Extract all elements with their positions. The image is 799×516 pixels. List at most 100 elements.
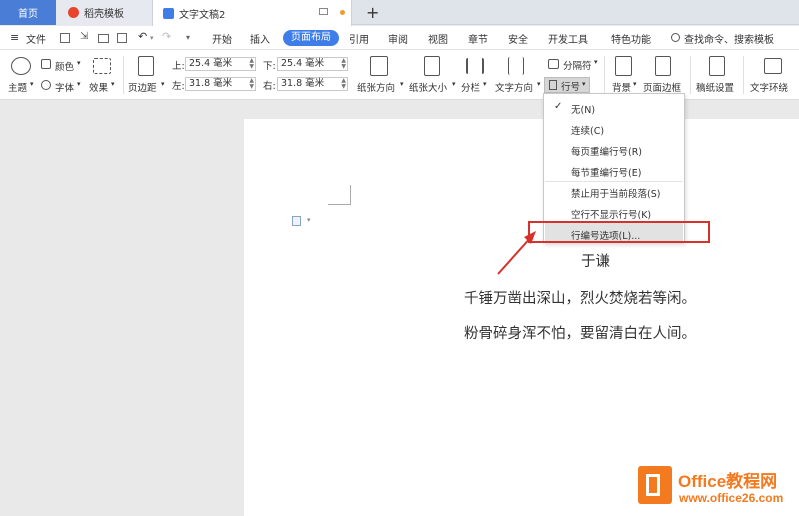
ribbon-separator bbox=[123, 56, 124, 94]
font-button[interactable]: 字体 bbox=[55, 80, 74, 94]
breaks-dropdown-icon[interactable]: ▾ bbox=[594, 58, 598, 66]
menu-item-none[interactable]: 无(N) bbox=[571, 102, 595, 116]
margin-right-value: 31.8 毫米 bbox=[281, 78, 325, 89]
orientation-button[interactable]: 纸张方向 bbox=[357, 80, 395, 94]
margin-top-value: 25.4 毫米 bbox=[189, 58, 233, 69]
margins-icon[interactable] bbox=[138, 56, 154, 76]
margin-right-label: 右: bbox=[263, 81, 276, 92]
tab-home[interactable]: 首页 bbox=[0, 0, 56, 25]
window-icon[interactable] bbox=[319, 8, 328, 15]
writer-doc-icon bbox=[163, 7, 174, 19]
page-size-dropdown-icon[interactable]: ▾ bbox=[452, 80, 456, 88]
text-direction-button[interactable]: 文字方向 bbox=[495, 80, 533, 94]
background-dropdown-icon[interactable]: ▾ bbox=[633, 80, 637, 88]
menu-file[interactable]: 文件 bbox=[26, 31, 46, 46]
menu-page-layout[interactable]: 页面布局 bbox=[283, 30, 339, 46]
page-border-icon[interactable] bbox=[655, 56, 671, 76]
search-command[interactable]: 查找命令、搜索模板 bbox=[684, 31, 774, 46]
text-wrap-button[interactable]: 文字环绕 bbox=[750, 80, 788, 94]
menu-item-suppress-paragraph[interactable]: 禁止用于当前段落(S) bbox=[571, 186, 660, 200]
menu-view[interactable]: 视图 bbox=[428, 31, 448, 46]
margin-left-spinner[interactable]: ▲ ▼ bbox=[249, 78, 254, 90]
menu-review[interactable]: 审阅 bbox=[388, 31, 408, 46]
line-numbers-label: 行号 bbox=[561, 82, 581, 93]
paste-options-dropdown-icon[interactable]: ▾ bbox=[307, 216, 311, 224]
margin-top-spinner[interactable]: ▲ ▼ bbox=[249, 58, 254, 70]
menu-references[interactable]: 引用 bbox=[349, 31, 369, 46]
menu-insert[interactable]: 插入 bbox=[250, 31, 270, 46]
undo-icon[interactable]: ↶ bbox=[138, 30, 147, 43]
margin-bottom-input[interactable]: 25.4 毫米 ▲ ▼ bbox=[277, 57, 348, 71]
orientation-dropdown-icon[interactable]: ▾ bbox=[400, 80, 404, 88]
theme-button[interactable]: 主题 bbox=[8, 80, 27, 94]
background-icon[interactable] bbox=[615, 56, 632, 76]
effect-button[interactable]: 效果 bbox=[89, 80, 108, 94]
customize-toolbar-icon[interactable]: ▾ bbox=[186, 33, 190, 42]
margin-left-input[interactable]: 31.8 毫米 ▲ ▼ bbox=[185, 77, 256, 91]
effect-icon[interactable] bbox=[93, 58, 111, 74]
text-wrap-icon[interactable] bbox=[764, 58, 782, 74]
menu-chapter[interactable]: 章节 bbox=[468, 31, 488, 46]
document-page[interactable]: ▾ 于谦 千锤万凿出深山，烈火焚烧若等闲。 粉骨碎身浑不怕，要留清白在人间。 bbox=[244, 119, 799, 516]
menu-features[interactable]: 特色功能 bbox=[611, 31, 651, 46]
redo-icon[interactable]: ↷ bbox=[162, 30, 171, 43]
margins-dropdown-icon[interactable]: ▾ bbox=[161, 80, 165, 88]
tab-template[interactable]: 稻壳模板 bbox=[56, 0, 152, 25]
docer-logo-icon bbox=[68, 7, 79, 18]
ribbon-separator bbox=[604, 56, 605, 94]
text-direction-dropdown-icon[interactable]: ▾ bbox=[537, 80, 541, 88]
undo-dropdown-icon[interactable]: ▾ bbox=[150, 34, 154, 42]
margin-bottom-spinner[interactable]: ▲ ▼ bbox=[341, 58, 346, 70]
breaks-button[interactable]: 分隔符 bbox=[563, 58, 592, 72]
office-logo-icon bbox=[638, 466, 672, 504]
background-button[interactable]: 背景 bbox=[612, 80, 631, 94]
menu-security[interactable]: 安全 bbox=[508, 31, 528, 46]
unsaved-dot-icon bbox=[340, 10, 345, 15]
columns-icon[interactable] bbox=[466, 58, 484, 74]
menu-item-restart-each-page[interactable]: 每页重编行号(R) bbox=[571, 144, 642, 158]
line-numbers-button[interactable]: 行号 ▾ bbox=[544, 77, 590, 93]
text-direction-icon[interactable] bbox=[508, 57, 524, 75]
draft-paper-button[interactable]: 稿纸设置 bbox=[696, 80, 734, 94]
effect-dropdown-icon[interactable]: ▾ bbox=[111, 80, 115, 88]
print-icon[interactable] bbox=[98, 34, 109, 43]
menu-separator bbox=[545, 181, 683, 182]
print-preview-icon[interactable] bbox=[117, 33, 127, 43]
menu-developer[interactable]: 开发工具 bbox=[548, 31, 588, 46]
page-size-icon[interactable] bbox=[424, 56, 440, 76]
export-pdf-icon[interactable]: ⇲ bbox=[80, 31, 88, 42]
watermark-brand: Office教程网 bbox=[678, 472, 778, 491]
paste-options-icon[interactable] bbox=[292, 216, 301, 226]
orientation-icon[interactable] bbox=[370, 56, 388, 76]
menu-item-skip-blank-lines[interactable]: 空行不显示行号(K) bbox=[571, 207, 651, 221]
draft-paper-icon[interactable] bbox=[709, 56, 725, 76]
columns-dropdown-icon[interactable]: ▾ bbox=[483, 80, 487, 88]
menu-start[interactable]: 开始 bbox=[212, 31, 232, 46]
search-icon[interactable] bbox=[671, 33, 680, 42]
color-dropdown-icon[interactable]: ▾ bbox=[77, 59, 81, 67]
menu-item-restart-each-section[interactable]: 每节重编行号(E) bbox=[571, 165, 641, 179]
breaks-icon[interactable] bbox=[548, 59, 559, 69]
font-dropdown-icon[interactable]: ▾ bbox=[77, 80, 81, 88]
new-tab-button[interactable]: + bbox=[366, 0, 379, 25]
line-numbers-icon bbox=[549, 80, 557, 90]
margin-right-input[interactable]: 31.8 毫米 ▲ ▼ bbox=[277, 77, 348, 91]
hamburger-icon[interactable]: ≡ bbox=[10, 31, 19, 44]
menu-item-continuous[interactable]: 连续(C) bbox=[571, 123, 604, 137]
tab-document[interactable]: 文字文稿2 bbox=[152, 0, 352, 26]
color-button[interactable]: 颜色 bbox=[55, 59, 74, 73]
watermark: Office教程网 www.office26.com bbox=[636, 463, 796, 511]
page-size-button[interactable]: 纸张大小 bbox=[409, 80, 447, 94]
save-icon[interactable] bbox=[60, 33, 70, 43]
theme-dropdown-icon[interactable]: ▾ bbox=[30, 80, 34, 88]
font-scheme-icon[interactable] bbox=[41, 80, 51, 90]
theme-icon[interactable] bbox=[11, 57, 31, 75]
margin-top-input[interactable]: 25.4 毫米 ▲ ▼ bbox=[185, 57, 256, 71]
margins-button[interactable]: 页边距 bbox=[128, 80, 157, 94]
margin-right-spinner[interactable]: ▲ ▼ bbox=[341, 78, 346, 90]
tab-document-label: 文字文稿2 bbox=[179, 9, 226, 21]
page-border-button[interactable]: 页面边框 bbox=[643, 80, 681, 94]
color-icon[interactable] bbox=[41, 59, 51, 69]
columns-button[interactable]: 分栏 bbox=[461, 80, 480, 94]
margin-left-label: 左: bbox=[172, 81, 185, 92]
